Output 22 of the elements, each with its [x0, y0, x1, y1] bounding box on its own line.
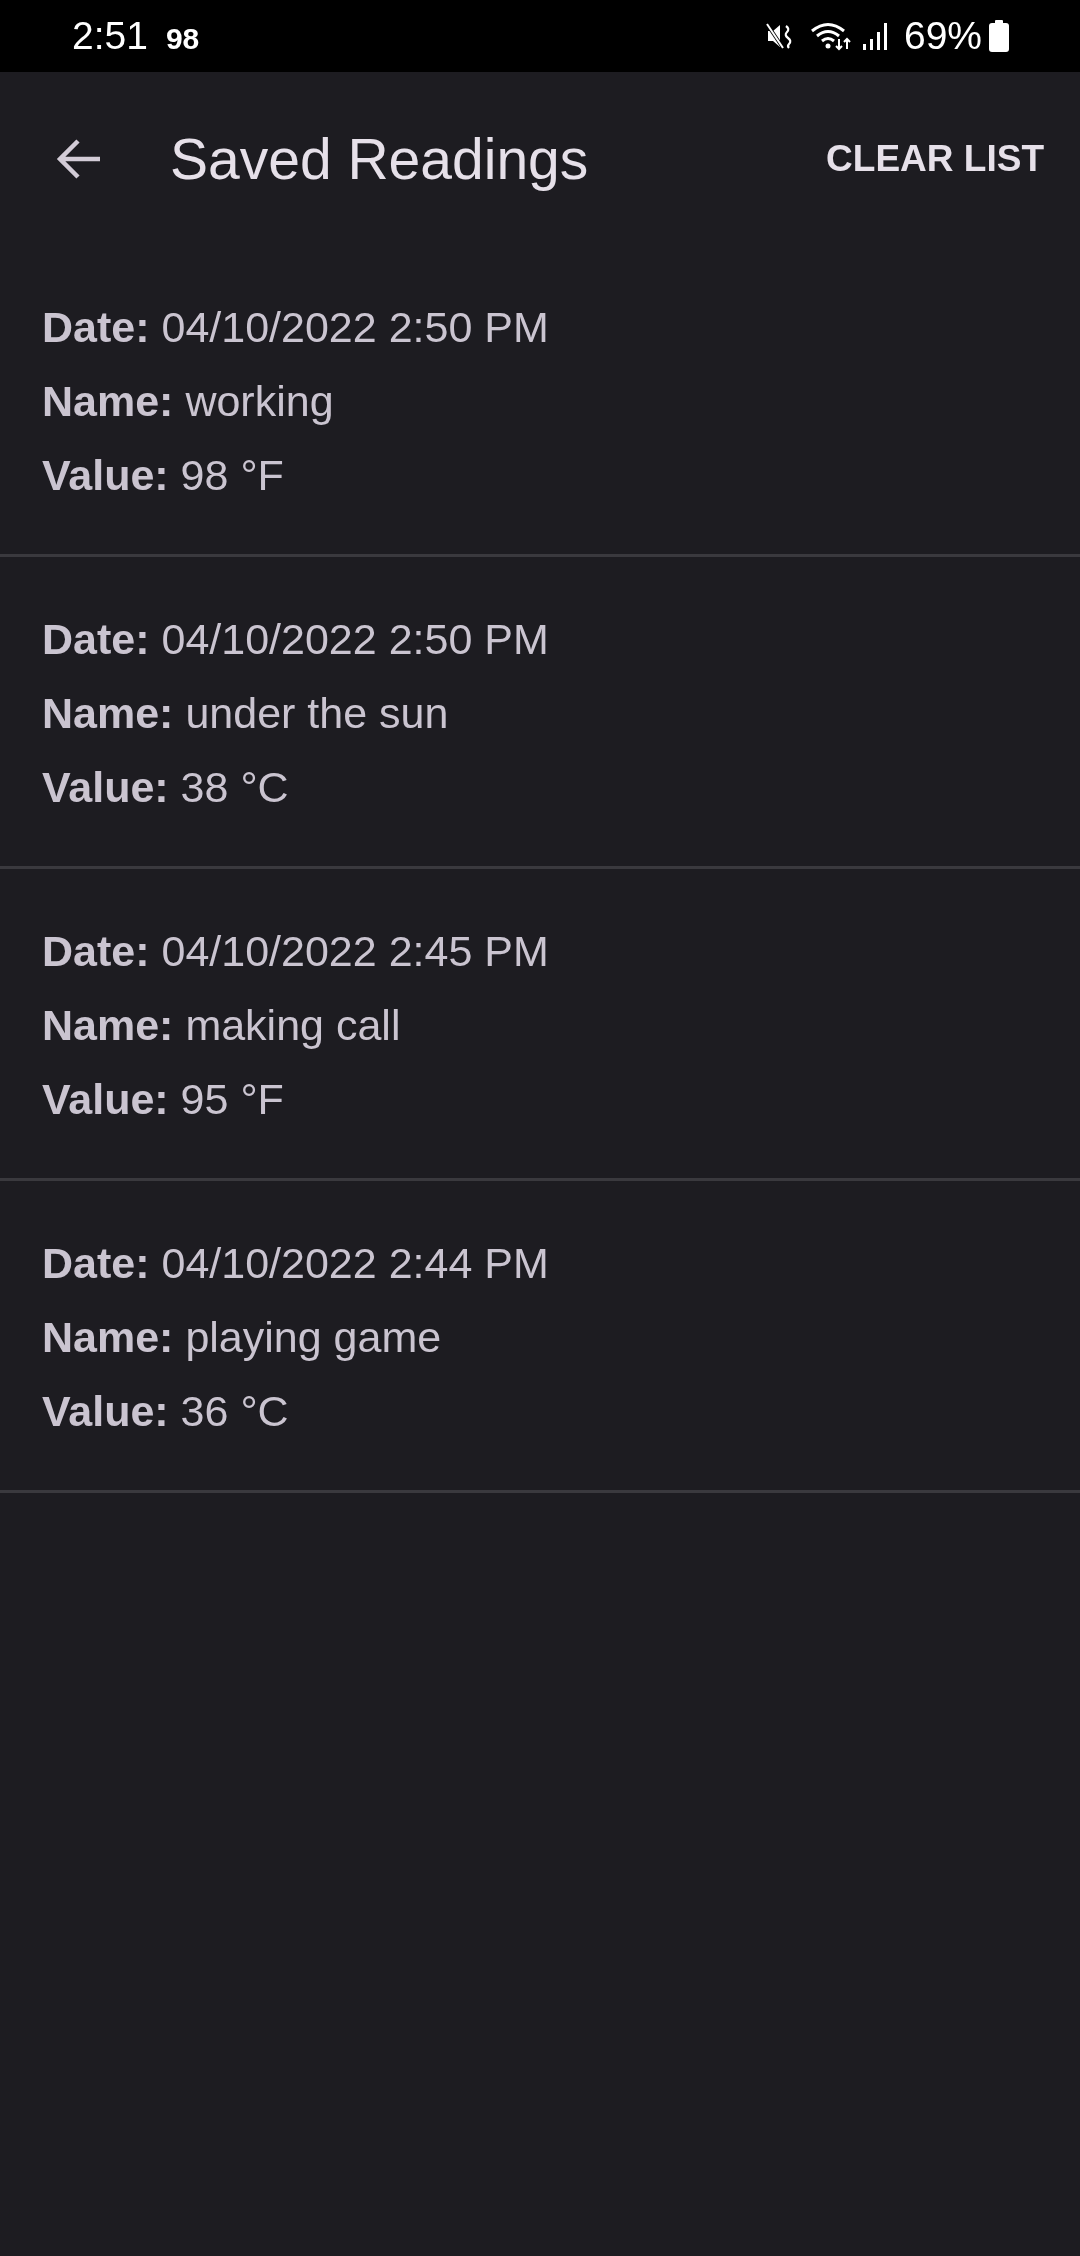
value-line: Value: 98 °F — [42, 450, 285, 501]
mute-icon — [765, 21, 794, 51]
date-line: Date: 04/10/2022 2:45 PM — [42, 926, 550, 977]
signal-icon — [861, 21, 890, 51]
name-line: Name: under the sun — [42, 688, 450, 739]
date-line: Date: 04/10/2022 2:50 PM — [42, 614, 550, 665]
screen-title: Saved Readings — [170, 125, 590, 192]
battery-percent: 69% — [903, 14, 982, 58]
status-time: 2:51 — [72, 14, 148, 58]
wifi-icon — [809, 21, 852, 51]
date-line: Date: 04/10/2022 2:44 PM — [42, 1238, 550, 1289]
value-line: Value: 38 °C — [42, 762, 290, 813]
battery-icon — [988, 20, 1010, 52]
name-line: Name: working — [42, 376, 335, 427]
value-line: Value: 36 °C — [42, 1386, 290, 1437]
name-line: Name: playing game — [42, 1312, 443, 1363]
name-line: Name: making call — [42, 1000, 402, 1051]
back-arrow-icon[interactable] — [56, 137, 102, 180]
clear-list-button[interactable]: CLEAR LIST — [824, 125, 1046, 192]
date-line: Date: 04/10/2022 2:50 PM — [42, 302, 550, 353]
value-line: Value: 95 °F — [42, 1074, 285, 1125]
notification-text: 98 — [165, 22, 200, 56]
